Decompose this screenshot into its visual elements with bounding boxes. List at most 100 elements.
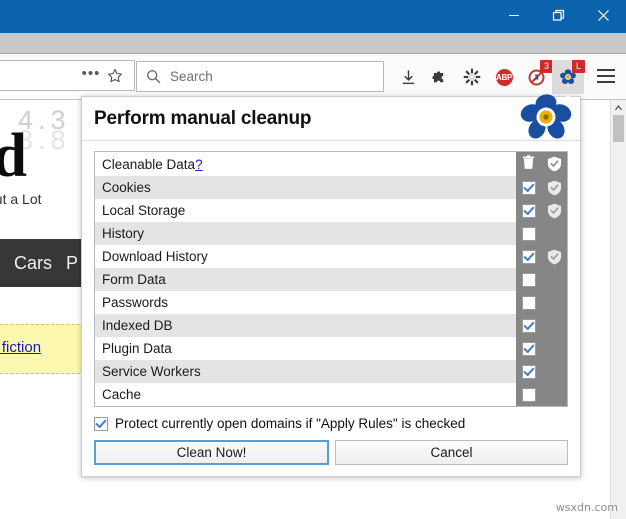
row-clean-checkbox[interactable] [521,387,536,402]
adblock-plus-icon[interactable]: ABP [488,60,520,94]
row-protect-cell[interactable] [541,199,567,222]
table-row[interactable]: Download History [95,245,567,268]
extension-puzzle-icon[interactable] [424,60,456,94]
minimize-button[interactable] [491,0,536,30]
downloads-icon[interactable] [392,60,424,94]
settings-gear-icon[interactable] [456,60,488,94]
search-icon [146,69,161,84]
row-clean-checkbox[interactable] [521,295,536,310]
row-protect-cell[interactable] [541,268,567,291]
toolbar-icon-group: ABP 3 L [392,58,585,96]
row-label: Form Data [102,272,166,287]
noscript-icon[interactable]: 3 [520,60,553,94]
cookie-autodelete-badge: L [572,60,585,73]
row-clean-cell[interactable] [516,268,541,291]
row-clean-cell[interactable] [516,383,541,406]
row-clean-checkbox[interactable] [521,341,536,356]
row-clean-cell[interactable] [516,222,541,245]
table-row[interactable]: History [95,222,567,245]
url-bar[interactable]: ••• [0,60,135,91]
row-protect-cell[interactable] [541,383,567,406]
row-label: Download History [102,249,208,264]
page-heading: ed [0,122,27,190]
row-protect-cell[interactable] [541,337,567,360]
table-row[interactable]: Form Data [95,268,567,291]
row-clean-checkbox[interactable] [521,249,536,264]
dialog-title: Perform manual cleanup [94,107,312,129]
close-button[interactable] [581,0,626,30]
menu-bar-1 [597,69,615,71]
table-rows-container: Cookies Local Storage History Download Hist… [95,176,567,406]
browser-tab-strip[interactable] [0,33,626,54]
browser-menu-icon[interactable] [593,62,619,90]
row-label: Service Workers [102,364,201,379]
cleanable-data-table: Cleanable Data? Cookies Local Storage Hi… [94,151,568,407]
watermark: wsxdn.com [555,501,618,514]
cookie-autodelete-icon[interactable]: L [552,60,585,94]
row-protect-cell[interactable] [541,176,567,199]
dialog-footer: Protect currently open domains if "Apply… [82,407,580,476]
menu-bar-3 [597,81,615,83]
row-clean-cell[interactable] [516,291,541,314]
row-clean-cell[interactable] [516,314,541,337]
bookmark-star-icon[interactable] [102,64,128,88]
cancel-button[interactable]: Cancel [335,440,568,465]
clean-now-button[interactable]: Clean Now! [94,440,329,465]
row-protect-cell[interactable] [541,291,567,314]
table-row[interactable]: Cookies [95,176,567,199]
row-clean-cell[interactable] [516,360,541,383]
dialog-body: Cleanable Data? Cookies Local Storage Hi… [82,141,580,407]
shield-icon [547,156,562,172]
page-subheading: out a Lot [0,191,42,207]
page-highlight-link[interactable]: nd fiction [0,339,41,356]
trash-icon [522,155,535,173]
protect-open-domains-label: Protect currently open domains if "Apply… [115,416,466,431]
search-bar[interactable]: Search [136,61,384,92]
window-titlebar [0,0,626,33]
page-actions-overflow-icon[interactable]: ••• [80,62,102,89]
search-input[interactable]: Search [170,69,213,84]
shield-icon [547,203,562,219]
table-row[interactable]: Passwords [95,291,567,314]
table-row[interactable]: Plugin Data [95,337,567,360]
row-clean-cell[interactable] [516,176,541,199]
page-scrollbar[interactable] [610,99,626,519]
row-label: Cookies [102,180,151,195]
table-row[interactable]: Indexed DB [95,314,567,337]
page-nav-item-cars[interactable]: Cars [14,253,52,274]
row-protect-cell[interactable] [541,245,567,268]
row-clean-cell[interactable] [516,199,541,222]
protect-open-domains-checkbox[interactable] [94,416,108,431]
page-nav-item-p[interactable]: P [66,253,78,274]
protect-open-domains-row[interactable]: Protect currently open domains if "Apply… [94,416,568,431]
scrollbar-thumb[interactable] [613,115,624,142]
row-clean-checkbox[interactable] [521,226,536,241]
adblock-plus-label: ABP [495,68,513,86]
table-header-clean-column [516,152,541,176]
shield-icon [547,180,562,196]
row-label: Local Storage [102,203,186,218]
cleanable-data-help-link[interactable]: ? [195,157,203,172]
row-protect-cell[interactable] [541,314,567,337]
row-clean-checkbox[interactable] [521,203,536,218]
popup-pointer-arrow [559,95,577,104]
dialog-button-row: Clean Now! Cancel [94,440,568,465]
row-label: Passwords [102,295,169,310]
cleanable-data-label: Cleanable Data [102,156,196,172]
row-clean-checkbox[interactable] [521,180,536,195]
row-clean-checkbox[interactable] [521,318,536,333]
table-row[interactable]: Cache [95,383,567,406]
row-clean-checkbox[interactable] [521,364,536,379]
row-clean-cell[interactable] [516,245,541,268]
row-protect-cell[interactable] [541,222,567,245]
row-protect-cell[interactable] [541,360,567,383]
scroll-up-arrow-icon[interactable] [611,99,626,115]
menu-bar-2 [597,75,615,77]
row-clean-checkbox[interactable] [521,272,536,287]
row-clean-cell[interactable] [516,337,541,360]
restore-button[interactable] [536,0,581,30]
row-label: History [102,226,145,241]
table-row[interactable]: Service Workers [95,360,567,383]
table-header-label-cell: Cleanable Data? [95,152,516,176]
table-row[interactable]: Local Storage [95,199,567,222]
